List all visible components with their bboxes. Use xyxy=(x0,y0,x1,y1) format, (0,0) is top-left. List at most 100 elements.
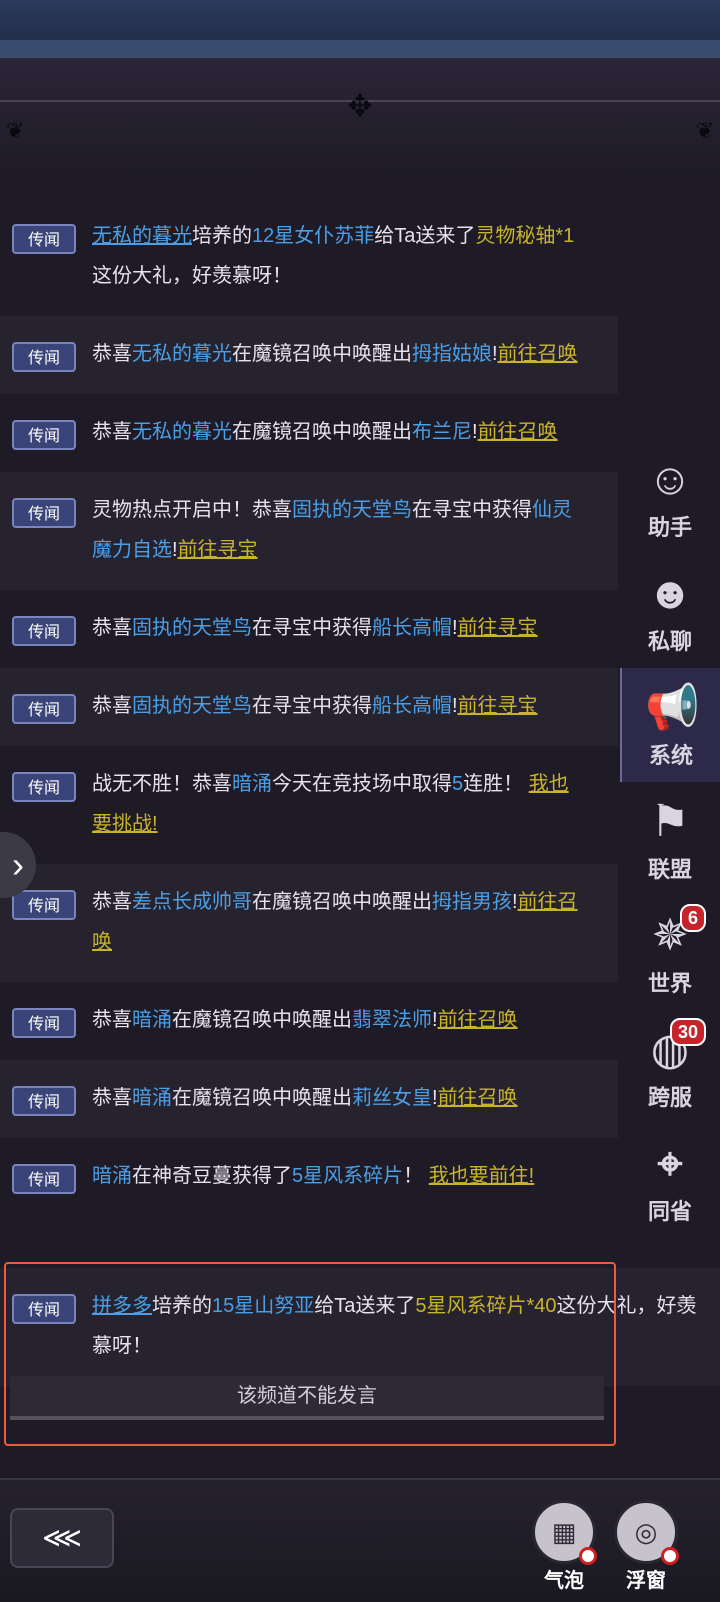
message-text: 在魔镜召唤中唤醒出 xyxy=(172,1009,352,1031)
message-text: 在神奇豆蔓获得了 xyxy=(132,1165,292,1187)
message-text: 恭喜 xyxy=(92,421,132,443)
player-or-item-name[interactable]: 12星女仆苏菲 xyxy=(252,225,374,247)
message-list[interactable]: 传闻 无私的暮光培养的12星女仆苏菲给Ta送来了灵物秘轴*1这份大礼，好羡慕呀！传… xyxy=(0,198,618,1216)
ornament-icon: ✥ xyxy=(347,90,373,123)
message-text: 恭喜 xyxy=(92,343,132,365)
list-item: 传闻 暗涌在神奇豆蔓获得了5星风系碎片！ 我也要前往! xyxy=(0,1138,618,1216)
player-or-item-name[interactable]: 固执的天堂鸟 xyxy=(132,695,252,717)
message-text: 给Ta送来了 xyxy=(374,225,476,247)
action-link[interactable]: 我也要前往! xyxy=(429,1165,535,1187)
action-link[interactable]: 前往召唤 xyxy=(438,1009,518,1031)
action-link[interactable]: 前往召唤 xyxy=(438,1087,518,1109)
message-text: 在寻宝中获得 xyxy=(252,617,372,639)
player-or-item-name[interactable]: 暗涌 xyxy=(132,1009,172,1031)
sidebar-item-label: 同省 xyxy=(647,1199,692,1224)
player-or-item-name[interactable]: 布兰尼 xyxy=(412,421,472,443)
player-or-item-name[interactable]: 固执的天堂鸟 xyxy=(132,617,252,639)
list-item: 传闻 恭喜无私的暮光在魔镜召唤中唤醒出布兰尼!前往召唤 xyxy=(0,394,618,472)
channel-tag: 传闻 xyxy=(12,890,76,920)
back-button[interactable]: ⋘ xyxy=(10,1508,114,1568)
action-link[interactable]: 前往寻宝 xyxy=(458,617,538,639)
player-name-link[interactable]: 无私的暮光 xyxy=(92,225,192,247)
unread-badge: 30 xyxy=(669,1018,706,1046)
alliance-banner-icon: ⚑ xyxy=(650,797,690,846)
message-text: 在魔镜召唤中唤醒出 xyxy=(252,891,432,913)
sidebar-item-label: 助手 xyxy=(647,515,692,540)
channel-tag: 传闻 xyxy=(12,694,76,724)
status-bar xyxy=(0,0,720,24)
location-pin-icon: ⌖ xyxy=(657,1139,683,1188)
disabled-icon xyxy=(661,1547,679,1565)
sidebar-item-跨服[interactable]: ◍ 跨服 30 xyxy=(620,1010,720,1124)
sidebar-item-同省[interactable]: ⌖ 同省 xyxy=(620,1124,720,1238)
player-or-item-name[interactable]: 拇指男孩 xyxy=(432,891,512,913)
player-or-item-name[interactable]: 莉丝女皇 xyxy=(352,1087,432,1109)
float-window-label: 浮窗 xyxy=(626,1570,666,1592)
sidebar-item-label: 世界 xyxy=(647,971,692,996)
message-text: 这份大礼，好羡慕呀！ xyxy=(92,265,292,287)
message-text: 恭喜 xyxy=(92,891,132,913)
bottom-bar: ⋘ ▦ 气泡 ◎ 浮窗 xyxy=(0,1478,720,1602)
unread-badge: 6 xyxy=(679,904,706,932)
chat-bubble-icon: ▦ xyxy=(532,1500,597,1565)
channel-tag: 传闻 xyxy=(12,342,76,372)
sidebar-item-label: 联盟 xyxy=(647,857,692,882)
list-item: 传闻 恭喜暗涌在魔镜召唤中唤醒出翡翠法师!前往召唤 xyxy=(0,982,618,1060)
message-text: 在寻宝中获得 xyxy=(412,499,532,521)
channel-tag: 传闻 xyxy=(12,616,76,646)
bubble-button[interactable]: ▦ 气泡 xyxy=(532,1500,597,1596)
message-text: ！ xyxy=(403,1165,429,1187)
player-or-item-name[interactable]: 暗涌 xyxy=(232,773,272,795)
channel-tag: 传闻 xyxy=(12,498,76,528)
player-or-item-name[interactable]: 船长高帽 xyxy=(372,617,452,639)
player-or-item-name[interactable]: 拇指姑娘 xyxy=(412,343,492,365)
reward-item: 灵物秘轴*1 xyxy=(475,225,575,247)
player-or-item-name[interactable]: 翡翠法师 xyxy=(352,1009,432,1031)
disabled-icon xyxy=(579,1547,597,1565)
sidebar-item-助手[interactable]: ☺ 助手 xyxy=(620,440,720,554)
list-item: 传闻 恭喜差点长成帅哥在魔镜召唤中唤醒出拇指男孩!前往召唤 xyxy=(0,864,618,982)
action-link[interactable]: 前往召唤 xyxy=(478,421,558,443)
sidebar-item-label: 系统 xyxy=(648,743,693,768)
action-link[interactable]: 前往召唤 xyxy=(498,343,578,365)
message-text: 在魔镜召唤中唤醒出 xyxy=(232,343,412,365)
megaphone-icon: 📢 xyxy=(645,683,700,732)
list-item: 传闻 无私的暮光培养的12星女仆苏菲给Ta送来了灵物秘轴*1 这份大礼，好羡慕呀！ xyxy=(0,198,618,316)
private-chat-icon: ☻ xyxy=(646,569,694,618)
list-item: 传闻 恭喜暗涌在魔镜召唤中唤醒出莉丝女皇!前往召唤 xyxy=(0,1060,618,1138)
sidebar-item-世界[interactable]: ✵ 世界 6 xyxy=(620,896,720,1010)
message-text: 恭喜 xyxy=(92,695,132,717)
message-text: 在魔镜召唤中唤醒出 xyxy=(172,1087,352,1109)
player-or-item-name[interactable]: 固执的天堂鸟 xyxy=(292,499,412,521)
message-text: 在寻宝中获得 xyxy=(252,695,372,717)
player-or-item-name[interactable]: 无私的暮光 xyxy=(132,343,232,365)
float-window-icon: ◎ xyxy=(614,1500,679,1565)
channel-tag: 传闻 xyxy=(12,420,76,450)
message-text: 恭喜 xyxy=(92,1087,132,1109)
player-or-item-name[interactable]: 船长高帽 xyxy=(372,695,452,717)
sidebar-item-系统[interactable]: 📢 系统 xyxy=(620,668,720,782)
message-text: 恭喜 xyxy=(92,617,132,639)
player-or-item-name[interactable]: 5 xyxy=(452,773,463,795)
float-window-button[interactable]: ◎ 浮窗 xyxy=(614,1500,679,1596)
assistant-icon: ☺ xyxy=(647,455,693,504)
list-item: 传闻 恭喜无私的暮光在魔镜召唤中唤醒出拇指姑娘!前往召唤 xyxy=(0,316,618,394)
sidebar-item-label: 私聊 xyxy=(647,629,692,654)
player-or-item-name[interactable]: 暗涌 xyxy=(92,1165,132,1187)
action-link[interactable]: 前往寻宝 xyxy=(178,539,258,561)
player-or-item-name[interactable]: 差点长成帅哥 xyxy=(132,891,252,913)
list-item: 传闻 恭喜固执的天堂鸟在寻宝中获得船长高帽!前往寻宝 xyxy=(0,668,618,746)
player-or-item-name[interactable]: 暗涌 xyxy=(132,1087,172,1109)
player-or-item-name[interactable]: 无私的暮光 xyxy=(132,421,232,443)
player-or-item-name[interactable]: 5星风系碎片 xyxy=(292,1165,403,1187)
message-text: 培养的 xyxy=(192,225,252,247)
sidebar-item-私聊[interactable]: ☻ 私聊 xyxy=(620,554,720,668)
message-text: 灵物热点开启中！恭喜 xyxy=(92,499,292,521)
channel-tag: 传闻 xyxy=(12,224,76,254)
bubble-label: 气泡 xyxy=(544,1570,584,1592)
highlight-box xyxy=(4,1262,616,1446)
sidebar-item-联盟[interactable]: ⚑ 联盟 xyxy=(620,782,720,896)
action-link[interactable]: 前往寻宝 xyxy=(458,695,538,717)
list-item: 传闻 战无不胜！恭喜暗涌今天在竞技场中取得5连胜！ 我也要挑战! xyxy=(0,746,618,864)
channel-tag: 传闻 xyxy=(12,1008,76,1038)
